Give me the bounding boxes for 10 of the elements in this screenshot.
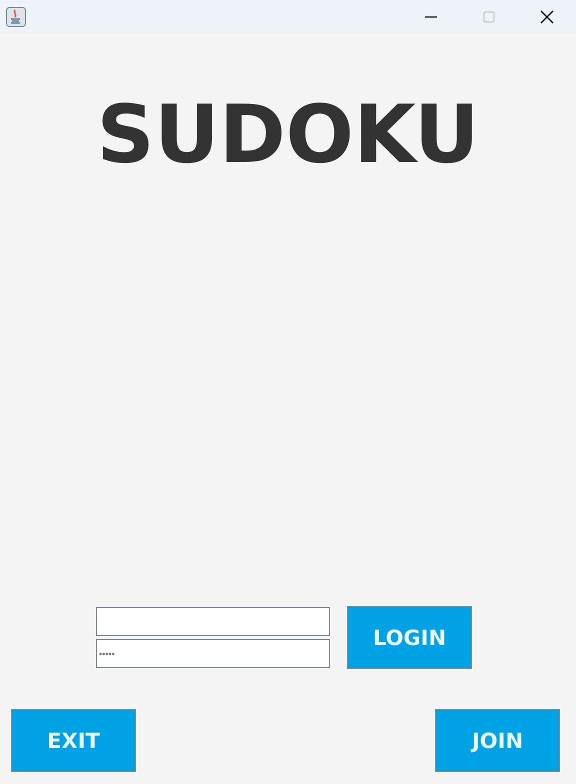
username-field[interactable] (96, 607, 330, 636)
login-button[interactable]: LOGIN (347, 606, 472, 669)
exit-button[interactable]: EXIT (11, 709, 136, 772)
coffee-cup-icon (6, 6, 26, 26)
game-title: SUDOKU (96, 91, 480, 179)
join-button[interactable]: JOIN (435, 709, 560, 772)
minimize-icon (425, 16, 437, 18)
maximize-icon (482, 10, 496, 24)
close-icon (540, 10, 554, 24)
password-field[interactable]: ••••• (96, 639, 330, 668)
